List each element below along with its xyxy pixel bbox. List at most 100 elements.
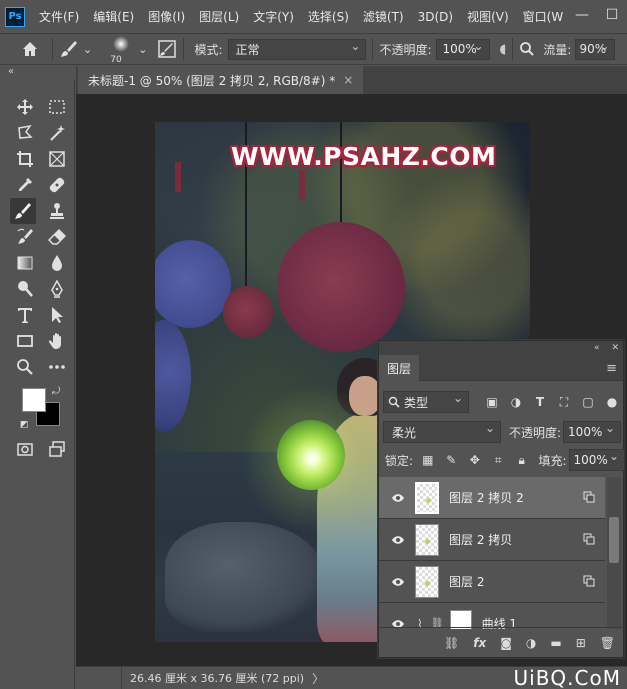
marquee-tool[interactable]	[44, 94, 70, 120]
trash-icon[interactable]: 🗑︎	[600, 636, 615, 650]
home-button[interactable]	[14, 34, 46, 64]
filter-toggle-icon[interactable]: ●	[603, 393, 621, 411]
history-brush-tool[interactable]	[12, 224, 38, 250]
layer-row[interactable]: 图层 2	[379, 561, 605, 603]
maximize-button[interactable]: ☐	[597, 0, 627, 30]
pen-tool[interactable]	[44, 276, 70, 302]
layer-filter-select[interactable]: 类型	[383, 391, 469, 413]
layer-name[interactable]: 图层 2 拷贝	[449, 531, 512, 548]
layer-row[interactable]: ⌇ ⛓︎ 曲线 1	[379, 603, 605, 629]
fill-label: 填充:	[538, 453, 567, 468]
type-icon	[18, 308, 32, 323]
more-tools-button[interactable]	[44, 354, 70, 380]
toolbar-collapse-button[interactable]: «	[0, 66, 75, 80]
layer-name[interactable]: 图层 2 拷贝 2	[449, 489, 524, 506]
filter-pixel-icon[interactable]: ▣	[483, 393, 501, 411]
default-colors-icon[interactable]: ◩	[20, 420, 29, 430]
eye-icon[interactable]	[387, 535, 409, 545]
layer-row[interactable]: 图层 2 拷贝	[379, 519, 605, 561]
eyedropper-icon	[19, 178, 32, 191]
zoom-field[interactable]	[76, 666, 122, 689]
add-mask-icon[interactable]: ◙	[500, 636, 512, 650]
close-icon[interactable]: ×	[343, 73, 353, 87]
lock-position-icon[interactable]: ✥	[466, 451, 483, 469]
lasso-tool[interactable]	[12, 120, 38, 146]
filter-type-icon[interactable]: T	[531, 393, 549, 411]
move-tool[interactable]	[12, 94, 38, 120]
lock-transparent-icon[interactable]: ▦	[419, 451, 436, 469]
brush-tool-preset[interactable]: ⌄	[59, 39, 92, 59]
lock-image-icon[interactable]: ✎	[443, 451, 460, 469]
eye-icon[interactable]	[387, 577, 409, 587]
layer-opacity-field[interactable]: 100%	[563, 421, 622, 443]
close-panel-icon[interactable]: ✕	[611, 343, 619, 353]
chevron-right-icon[interactable]: 〉	[312, 670, 324, 687]
chevron-down-icon[interactable]: ⌄	[138, 43, 147, 56]
lock-artboard-icon[interactable]: ⌗	[490, 451, 507, 469]
layer-name[interactable]: 图层 2	[449, 573, 484, 590]
brush-settings-button[interactable]	[157, 39, 177, 59]
menu-layer[interactable]: 图层(L)	[199, 8, 239, 25]
lock-all-icon[interactable]: 🔒︎	[513, 451, 530, 469]
menu-3d[interactable]: 3D(D)	[418, 10, 453, 24]
opacity-field[interactable]: 100%	[435, 38, 490, 60]
menu-select[interactable]: 选择(S)	[308, 8, 349, 25]
mode-select[interactable]: 正常	[228, 38, 367, 60]
new-layer-icon[interactable]: ⊞	[576, 636, 586, 650]
quick-mask-button[interactable]	[12, 436, 38, 462]
eraser-tool[interactable]	[44, 224, 70, 250]
menu-view[interactable]: 视图(V)	[467, 8, 509, 25]
history-brush-icon	[17, 228, 33, 244]
tab-layers[interactable]: 图层	[379, 355, 419, 381]
window-controls: — ☐	[567, 0, 627, 30]
menu-filter[interactable]: 滤镜(T)	[363, 8, 404, 25]
brush-size-picker[interactable]: 70	[108, 35, 134, 65]
magic-wand-tool[interactable]	[44, 120, 70, 146]
eye-icon[interactable]	[387, 493, 409, 503]
hand-tool[interactable]	[44, 328, 70, 354]
type-tool[interactable]	[12, 302, 38, 328]
foreground-color-swatch[interactable]	[22, 388, 46, 412]
healing-brush-tool[interactable]	[44, 172, 70, 198]
crop-tool[interactable]	[12, 146, 38, 172]
menu-type[interactable]: 文字(Y)	[253, 8, 294, 25]
search-icon[interactable]	[519, 41, 535, 57]
quick-mask-icon	[17, 443, 33, 456]
filter-adjustment-icon[interactable]: ◑	[507, 393, 525, 411]
blur-tool[interactable]	[44, 250, 70, 276]
flow-field[interactable]: 90%	[575, 38, 616, 60]
pressure-opacity-icon[interactable]: ◖	[500, 42, 507, 57]
adjustment-layer-icon[interactable]: ◑	[526, 636, 536, 650]
menu-image[interactable]: 图像(I)	[148, 8, 185, 25]
layer-row[interactable]: 图层 2 拷贝 2	[379, 477, 605, 519]
filter-shape-icon[interactable]: ⛶	[555, 393, 573, 411]
zoom-tool[interactable]	[12, 354, 38, 380]
scrollbar-thumb[interactable]	[609, 517, 619, 563]
brush-tool[interactable]	[10, 198, 36, 224]
clone-stamp-tool[interactable]	[44, 198, 70, 224]
minimize-button[interactable]: —	[567, 0, 597, 30]
link-layers-icon[interactable]: ⛓︎	[444, 636, 459, 650]
menu-window[interactable]: 窗口(W	[523, 8, 564, 25]
gradient-tool[interactable]	[12, 250, 38, 276]
layer-filter-value: 类型	[404, 395, 429, 410]
layer-style-button[interactable]: fx	[473, 636, 486, 650]
menu-file[interactable]: 文件(F)	[39, 8, 79, 25]
frame-tool[interactable]	[44, 146, 70, 172]
fill-field[interactable]: 100%	[568, 449, 626, 471]
collapse-panel-icon[interactable]: «	[594, 343, 600, 353]
document-tab[interactable]: 未标题-1 @ 50% (图层 2 拷贝 2, RGB/8#) * ×	[78, 66, 364, 94]
path-selection-tool[interactable]	[44, 302, 70, 328]
dodge-tool[interactable]	[12, 276, 38, 302]
panel-menu-icon[interactable]: ≡	[606, 361, 617, 376]
rectangle-tool[interactable]	[12, 328, 38, 354]
filter-smart-object-icon[interactable]: ▢	[579, 393, 597, 411]
folder-icon[interactable]: ▬	[550, 636, 561, 650]
menu-edit[interactable]: 编辑(E)	[93, 8, 134, 25]
chevron-down-icon[interactable]: ⌄	[83, 43, 92, 56]
layer-list-scrollbar[interactable]	[607, 477, 621, 629]
eyedropper-tool[interactable]	[12, 172, 38, 198]
blend-mode-select[interactable]: 柔光	[383, 421, 501, 443]
screen-mode-button[interactable]	[44, 436, 70, 462]
swap-colors-icon[interactable]: ⤾	[52, 386, 60, 397]
